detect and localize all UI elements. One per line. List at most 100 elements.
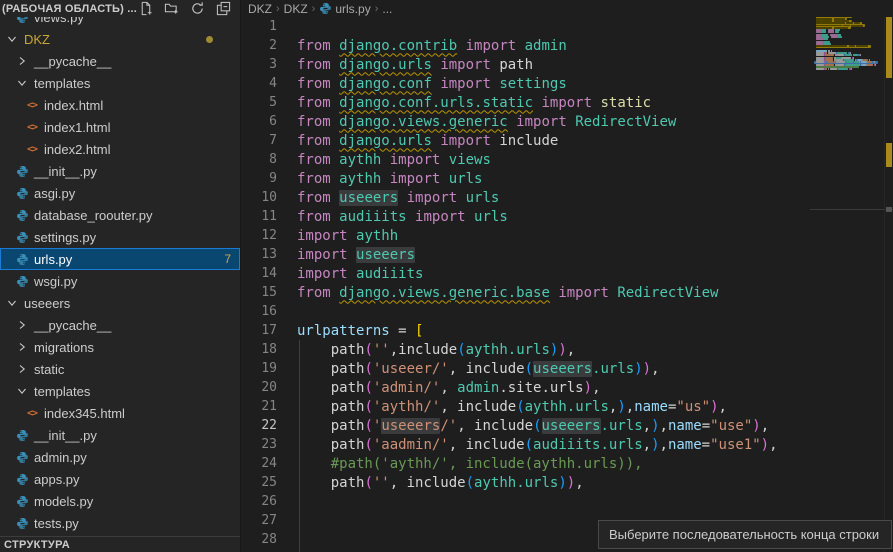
code-line-5[interactable]: 5from django.conf.urls.static import sta…	[241, 93, 893, 112]
tree-item-index1-html[interactable]: <>index1.html	[0, 116, 240, 138]
code-line-14[interactable]: 14import audiiits	[241, 264, 893, 283]
tree-item-tests-py[interactable]: tests.py	[0, 512, 240, 534]
tree-item-wsgi-py[interactable]: wsgi.py	[0, 270, 240, 292]
tree-item-admin-py[interactable]: admin.py	[0, 446, 240, 468]
line-number[interactable]: 22	[241, 418, 277, 433]
tree-item--pycache-[interactable]: __pycache__	[0, 314, 240, 336]
breadcrumb-item[interactable]: DKZ	[284, 2, 308, 16]
code-line-11[interactable]: 11from audiiits import urls	[241, 207, 893, 226]
tree-item-templates[interactable]: templates	[0, 380, 240, 402]
tree-item-settings-py[interactable]: settings.py	[0, 226, 240, 248]
tree-item-models-py[interactable]: models.py	[0, 490, 240, 512]
tree-item--init-py[interactable]: __init__.py	[0, 424, 240, 446]
code-line-3[interactable]: 3from django.urls import path	[241, 55, 893, 74]
line-number[interactable]: 2	[241, 38, 277, 53]
line-number[interactable]: 7	[241, 133, 277, 148]
code-line-15[interactable]: 15from django.views.generic.base import …	[241, 283, 893, 302]
line-number[interactable]: 27	[241, 513, 277, 528]
line-number[interactable]: 13	[241, 247, 277, 262]
tree-item-asgi-py[interactable]: asgi.py	[0, 182, 240, 204]
code-line-22[interactable]: 22 path('useeers/', include(useeers.urls…	[241, 416, 893, 435]
breadcrumb-item[interactable]: urls.py	[319, 2, 370, 16]
line-number[interactable]: 18	[241, 342, 277, 357]
line-number[interactable]: 1	[241, 19, 277, 34]
line-number[interactable]: 20	[241, 380, 277, 395]
tree-item--pycache-[interactable]: __pycache__	[0, 50, 240, 72]
code-line-16[interactable]: 16	[241, 302, 893, 321]
code-line-9[interactable]: 9 from aythh import urls	[241, 169, 893, 188]
tree-item-index345-html[interactable]: <>index345.html	[0, 402, 240, 424]
line-number[interactable]: 19	[241, 361, 277, 376]
line-number[interactable]: 24	[241, 456, 277, 471]
explorer-actions	[138, 1, 240, 16]
collapse-all-icon[interactable]	[216, 1, 231, 16]
line-number[interactable]: 14	[241, 266, 277, 281]
code-line-12[interactable]: 12import aythh	[241, 226, 893, 245]
minimap[interactable]	[816, 0, 878, 552]
line-number[interactable]: 4	[241, 76, 277, 91]
new-folder-icon[interactable]	[164, 1, 179, 16]
outline-section-header[interactable]: СТРУКТУРА	[0, 536, 240, 552]
line-number[interactable]: 16	[241, 304, 277, 319]
chevron-right-icon[interactable]	[17, 342, 27, 352]
code-line-17[interactable]: 17urlpatterns = [	[241, 321, 893, 340]
code-line-25[interactable]: 25 path('', include(aythh.urls)),	[241, 473, 893, 492]
code-line-26[interactable]: 26	[241, 492, 893, 511]
tree-item-apps-py[interactable]: apps.py	[0, 468, 240, 490]
line-number[interactable]: 9	[241, 171, 277, 186]
code-line-7[interactable]: 7from django.urls import include	[241, 131, 893, 150]
code-line-19[interactable]: 19 path('useeer/', include(useeers.urls)…	[241, 359, 893, 378]
line-number[interactable]: 21	[241, 399, 277, 414]
code-line-20[interactable]: 20 path('admin/', admin.site.urls),	[241, 378, 893, 397]
chevron-down-icon[interactable]	[17, 386, 27, 396]
line-number[interactable]: 12	[241, 228, 277, 243]
tree-item-dkz[interactable]: DKZ	[0, 28, 240, 50]
chevron-down-icon[interactable]	[7, 34, 17, 44]
explorer-section-header[interactable]: (РАБОЧАЯ ОБЛАСТЬ) ...	[0, 0, 240, 17]
code-line-10[interactable]: 10from useeers import urls	[241, 188, 893, 207]
line-number[interactable]: 3	[241, 57, 277, 72]
line-number[interactable]: 26	[241, 494, 277, 509]
tree-item-index2-html[interactable]: <>index2.html	[0, 138, 240, 160]
tree-item-urls-py[interactable]: urls.py7	[0, 248, 240, 270]
code-line-23[interactable]: 23 path('aadmin/', include(audiiits.urls…	[241, 435, 893, 454]
breadcrumb-item[interactable]: DKZ	[248, 2, 272, 16]
code-area[interactable]: 12from django.contrib import admin3from …	[241, 17, 893, 549]
chevron-right-icon[interactable]	[17, 56, 27, 66]
line-number[interactable]: 15	[241, 285, 277, 300]
line-number[interactable]: 11	[241, 209, 277, 224]
line-number[interactable]: 17	[241, 323, 277, 338]
tree-item-useeers[interactable]: useeers	[0, 292, 240, 314]
code-line-4[interactable]: 4from django.conf import settings	[241, 74, 893, 93]
code-line-18[interactable]: 18 path('',include(aythh.urls)),	[241, 340, 893, 359]
chevron-down-icon[interactable]	[17, 78, 27, 88]
tree-item-database-roouter-py[interactable]: database_roouter.py	[0, 204, 240, 226]
line-number[interactable]: 5	[241, 95, 277, 110]
code-line-24[interactable]: 24 #path('aythh/', include(aythh.urls)),	[241, 454, 893, 473]
line-number[interactable]: 6	[241, 114, 277, 129]
line-number[interactable]: 25	[241, 475, 277, 490]
line-number[interactable]: 10	[241, 190, 277, 205]
code-line-13[interactable]: 13import useeers	[241, 245, 893, 264]
line-content: from aythh import urls	[297, 171, 482, 187]
tree-item-static[interactable]: static	[0, 358, 240, 380]
tree-item-templates[interactable]: templates	[0, 72, 240, 94]
breadcrumb-item[interactable]: ...	[382, 2, 392, 16]
tree-item-index-html[interactable]: <>index.html	[0, 94, 240, 116]
new-file-icon[interactable]	[138, 1, 153, 16]
tree-item--init-py[interactable]: __init__.py	[0, 160, 240, 182]
tree-item-migrations[interactable]: migrations	[0, 336, 240, 358]
refresh-icon[interactable]	[190, 1, 205, 16]
code-line-8[interactable]: 8from aythh import views	[241, 150, 893, 169]
code-line-1[interactable]: 1	[241, 17, 893, 36]
line-number[interactable]: 8	[241, 152, 277, 167]
code-line-21[interactable]: 21 path('aythh/', include(aythh.urls,),n…	[241, 397, 893, 416]
line-content: path('useeer/', include(useeers.urls)),	[297, 361, 660, 377]
line-number[interactable]: 28	[241, 532, 277, 547]
code-line-2[interactable]: 2from django.contrib import admin	[241, 36, 893, 55]
chevron-right-icon[interactable]	[17, 364, 27, 374]
chevron-right-icon[interactable]	[17, 320, 27, 330]
code-line-6[interactable]: 6from django.views.generic import Redire…	[241, 112, 893, 131]
line-number[interactable]: 23	[241, 437, 277, 452]
chevron-down-icon[interactable]	[7, 298, 17, 308]
